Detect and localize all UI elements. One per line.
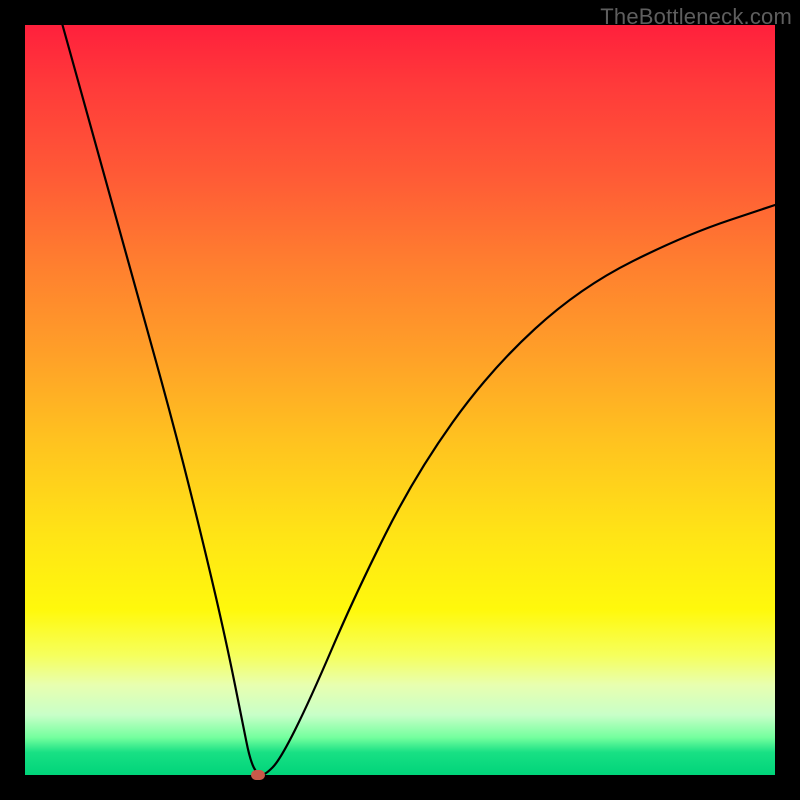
plot-area: [25, 25, 775, 775]
curve-svg: [25, 25, 775, 775]
watermark-text: TheBottleneck.com: [600, 4, 792, 30]
bottleneck-curve: [63, 25, 776, 775]
chart-frame: TheBottleneck.com: [0, 0, 800, 800]
minimum-marker: [251, 770, 265, 780]
